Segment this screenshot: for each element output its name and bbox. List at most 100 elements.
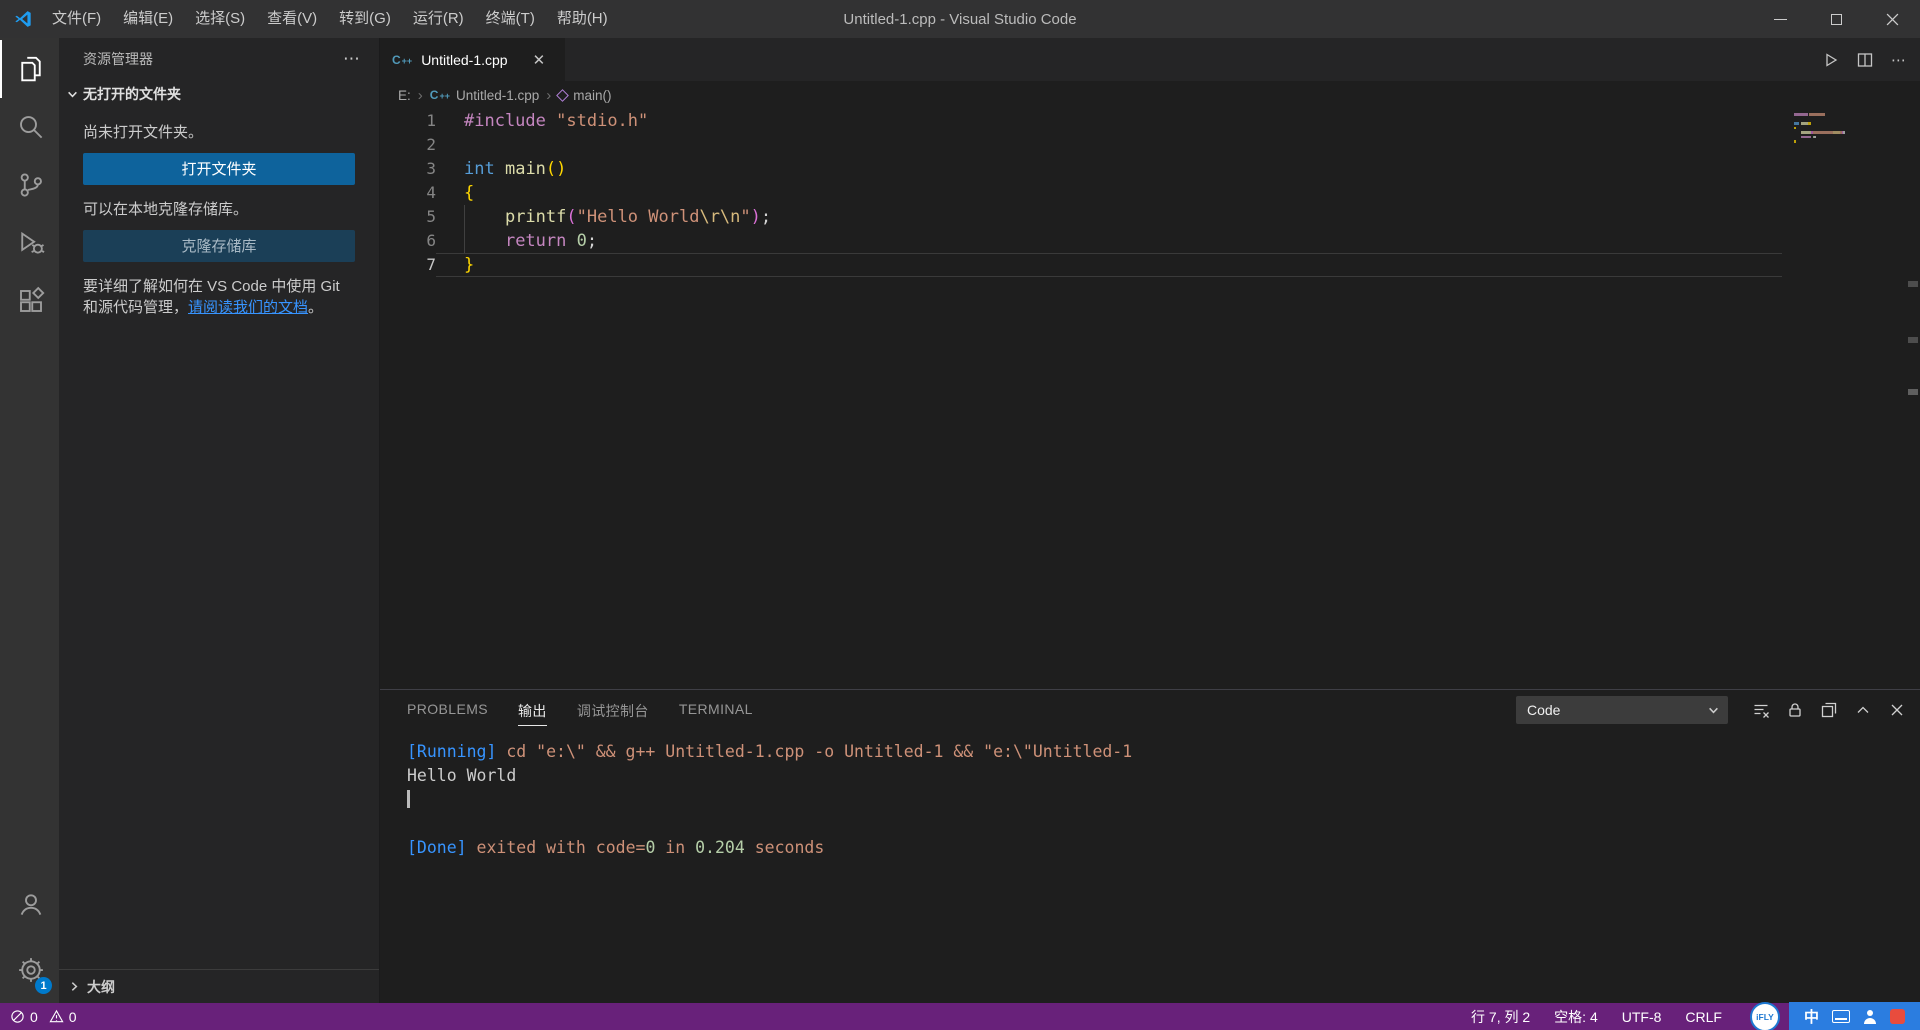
breadcrumb-item[interactable]: C ++ Untitled-1.cpp xyxy=(430,88,539,103)
activity-run-debug[interactable] xyxy=(0,214,59,272)
line-number: 6 xyxy=(426,231,436,250)
status-bar: 0 0 行 7, 列 2 空格: 4 UTF-8 CRLF iFLY 中 xyxy=(0,1001,1920,1030)
breadcrumb-item[interactable]: E: xyxy=(398,88,411,103)
section-no-folder-header[interactable]: 无打开的文件夹 xyxy=(59,80,379,108)
minimize-button[interactable] xyxy=(1752,0,1808,38)
editor-panel-column: C ++ Untitled-1.cpp ✕ ⋯ E: › C ++ Untitled-1.… xyxy=(380,38,1920,1003)
menu-item[interactable]: 运行(R) xyxy=(402,0,475,38)
docs-link[interactable]: 请阅读我们的文档 xyxy=(188,299,308,316)
code-line[interactable]: 6 return 0; xyxy=(380,229,1920,253)
split-editor-icon xyxy=(1857,52,1873,67)
ime-toolbar[interactable]: iFLY 中 xyxy=(1749,1001,1920,1030)
line-content: return 0; xyxy=(436,229,1782,253)
run-code-button[interactable] xyxy=(1823,52,1839,68)
account-icon xyxy=(20,894,41,915)
close-icon xyxy=(1886,13,1898,25)
code-line[interactable]: 2 xyxy=(380,133,1920,157)
open-folder-button[interactable]: 打开文件夹 xyxy=(83,153,355,185)
search-icon xyxy=(19,116,42,139)
breadcrumb-item[interactable]: main() xyxy=(556,88,612,103)
section-outline-header[interactable]: 大纲 xyxy=(59,969,379,1003)
chevron-right-icon xyxy=(71,982,78,991)
encoding-status[interactable]: UTF-8 xyxy=(1622,1009,1662,1025)
lock-scroll-button[interactable] xyxy=(1786,701,1804,719)
menu-item[interactable]: 查看(V) xyxy=(256,0,328,38)
activity-settings[interactable]: 1 xyxy=(0,941,59,999)
maximize-button[interactable] xyxy=(1808,0,1864,38)
ime-mode-indicator[interactable]: 中 xyxy=(1804,1006,1819,1027)
code-line[interactable]: 7} xyxy=(380,253,1920,277)
cursor-position-status[interactable]: 行 7, 列 2 xyxy=(1471,1007,1530,1027)
code-line[interactable]: 5 printf("Hello World\r\n"); xyxy=(380,205,1920,229)
menu-item[interactable]: 帮助(H) xyxy=(546,0,619,38)
problems-status[interactable]: 0 0 xyxy=(10,1009,83,1025)
code-line[interactable]: 1 #include "stdio.h" xyxy=(380,109,1920,133)
close-button[interactable] xyxy=(1864,0,1920,38)
sidebar-explorer: 资源管理器 ⋯ 无打开的文件夹 尚未打开文件夹。 打开文件夹 可以在本地克隆存储… xyxy=(59,38,380,1003)
ime-badge-icon[interactable] xyxy=(1890,1009,1905,1024)
source-control-icon xyxy=(20,173,42,197)
panel-tab[interactable]: 输出 xyxy=(518,694,547,726)
sidebar-body: 尚未打开文件夹。 打开文件夹 可以在本地克隆存储库。 克隆存储库 要详细了解如何… xyxy=(59,108,379,318)
output-content[interactable]: [Running] cd "e:\" && g++ Untitled-1.cpp… xyxy=(380,730,1920,1003)
tab-close-icon[interactable]: ✕ xyxy=(533,51,546,69)
output-line: [Done] exited with code=0 in 0.204 secon… xyxy=(407,838,825,857)
editor-more-actions-icon[interactable]: ⋯ xyxy=(1891,51,1906,69)
error-icon xyxy=(11,1010,24,1023)
activity-search[interactable] xyxy=(0,98,59,156)
editor-group: C ++ Untitled-1.cpp ✕ ⋯ E: › C ++ Untitled-1.… xyxy=(380,38,1920,689)
panel-actions: Code xyxy=(1516,696,1906,724)
menu-item[interactable]: 终端(T) xyxy=(475,0,546,38)
tab-bar: C ++ Untitled-1.cpp ✕ ⋯ xyxy=(380,38,1920,81)
chevron-right-icon: › xyxy=(417,86,423,104)
panel-tab[interactable]: 调试控制台 xyxy=(577,694,649,726)
clear-output-button[interactable] xyxy=(1752,701,1770,719)
play-icon xyxy=(1826,52,1838,67)
indentation-status[interactable]: 空格: 4 xyxy=(1554,1007,1598,1027)
code-line[interactable]: 4{ xyxy=(380,181,1920,205)
open-in-editor-icon xyxy=(1821,702,1837,718)
menu-item[interactable]: 选择(S) xyxy=(184,0,256,38)
menu-item[interactable]: 转到(G) xyxy=(328,0,402,38)
more-actions-icon[interactable]: ⋯ xyxy=(343,49,361,69)
split-editor-button[interactable] xyxy=(1857,52,1873,68)
menu-item[interactable]: 编辑(E) xyxy=(112,0,184,38)
docs-paragraph: 要详细了解如何在 VS Code 中使用 Git 和源代码管理，请阅读我们的文档… xyxy=(83,276,355,318)
cpp-file-icon: C ++ xyxy=(429,88,450,102)
minimap[interactable] xyxy=(1794,113,1906,145)
line-number: 7 xyxy=(426,255,436,274)
line-number: 4 xyxy=(426,183,436,202)
breadcrumb[interactable]: E: › C ++ Untitled-1.cpp › main() xyxy=(380,81,1920,109)
output-channel-value: Code xyxy=(1527,702,1561,718)
ime-user-icon[interactable] xyxy=(1863,1009,1877,1024)
ime-box[interactable]: 中 xyxy=(1788,1001,1920,1030)
activity-extensions[interactable] xyxy=(0,272,59,330)
output-line xyxy=(407,788,1920,812)
maximize-panel-button[interactable] xyxy=(1854,701,1872,719)
activity-accounts[interactable] xyxy=(0,875,59,933)
warning-icon xyxy=(49,1009,64,1023)
ifly-logo-icon[interactable]: iFLY xyxy=(1749,1001,1780,1030)
code-line[interactable]: 3 int main() xyxy=(380,157,1920,181)
eol-status[interactable]: CRLF xyxy=(1685,1009,1722,1025)
open-in-editor-button[interactable] xyxy=(1820,701,1838,719)
code-editor[interactable]: 1 #include "stdio.h" 2 3 int main() 4{5 print… xyxy=(380,109,1920,689)
menu-item[interactable]: 文件(F) xyxy=(41,0,112,38)
chevron-down-icon xyxy=(68,91,77,97)
activity-source-control[interactable] xyxy=(0,156,59,214)
output-channel-select[interactable]: Code xyxy=(1516,696,1728,724)
clone-repo-button[interactable]: 克隆存储库 xyxy=(83,230,355,262)
line-content: int main() xyxy=(464,159,567,179)
panel-tab[interactable]: TERMINAL xyxy=(679,694,753,726)
activity-explorer[interactable] xyxy=(0,40,59,98)
bottom-panel: PROBLEMS 输出 调试控制台 TERMINAL Code [Running… xyxy=(380,689,1920,1003)
overview-ruler[interactable] xyxy=(1906,109,1920,689)
panel-tab[interactable]: PROBLEMS xyxy=(407,694,488,726)
tab-untitled-1[interactable]: C ++ Untitled-1.cpp ✕ xyxy=(380,38,565,81)
ime-keyboard-icon[interactable] xyxy=(1832,1010,1850,1023)
chevron-up-icon xyxy=(1857,706,1869,713)
files-icon xyxy=(20,56,41,82)
close-panel-button[interactable] xyxy=(1888,701,1906,719)
close-icon xyxy=(1891,704,1903,716)
